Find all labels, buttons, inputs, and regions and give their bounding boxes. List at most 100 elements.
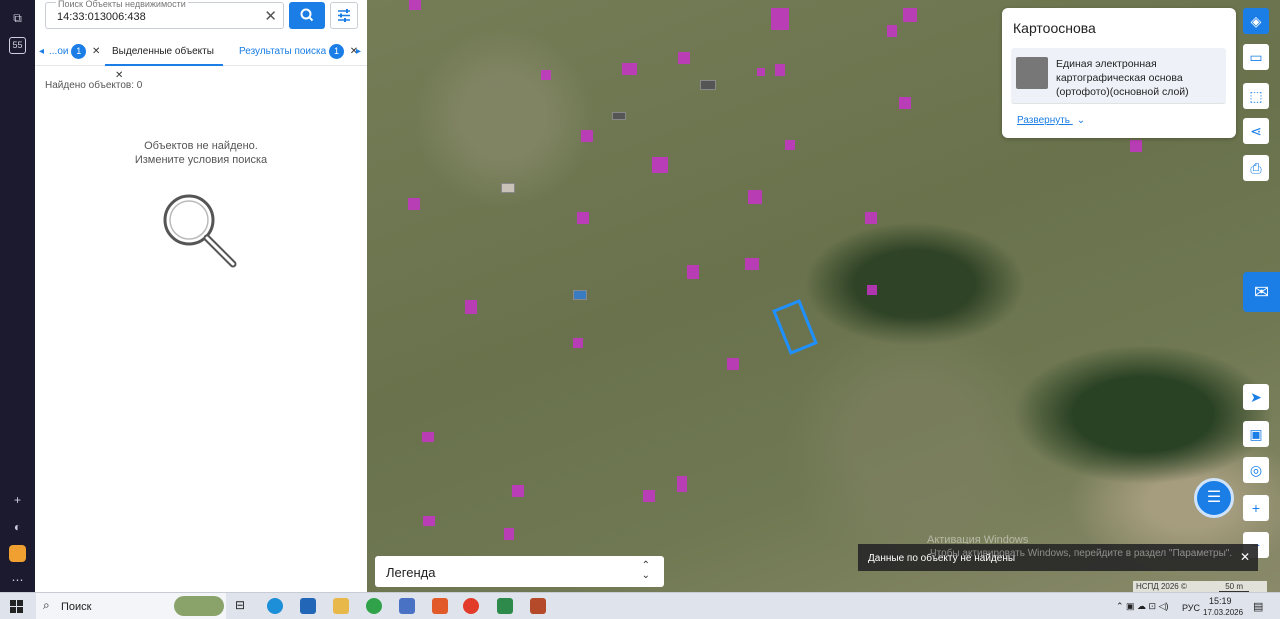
archive-icon[interactable] — [530, 598, 546, 614]
taskbar-search[interactable]: ⌕ Поиск — [36, 593, 226, 619]
chat-icon: ☰ — [1206, 489, 1222, 506]
land-plot[interactable] — [903, 8, 917, 22]
land-plot[interactable] — [422, 432, 434, 442]
chevron-updown-icon: ⌃ ⌄ — [641, 560, 650, 581]
clock-time[interactable]: 15:19 — [1209, 596, 1232, 606]
land-plot[interactable] — [465, 300, 477, 314]
clear-icon[interactable]: ✕ — [264, 7, 277, 25]
land-plot[interactable] — [577, 212, 589, 224]
land-plot[interactable] — [677, 476, 687, 492]
legend-label: Легенда — [386, 565, 436, 580]
excel-icon[interactable] — [497, 598, 513, 614]
layers-icon: ◈ — [1250, 13, 1262, 29]
tab-search-results-label: Результаты поиска — [239, 46, 327, 57]
locate-icon: ➤ — [1250, 389, 1262, 405]
assistant-icon[interactable]: ◐ — [9, 519, 26, 536]
tab-1-count: 1 — [71, 43, 87, 59]
land-plot[interactable] — [867, 285, 877, 295]
select-area-button[interactable]: ⬚ — [1243, 83, 1269, 109]
building — [573, 290, 587, 300]
land-plot[interactable] — [512, 485, 524, 497]
expand-label: Развернуть — [1017, 115, 1071, 126]
land-plot[interactable] — [748, 190, 762, 204]
land-plot[interactable] — [581, 130, 593, 142]
locate-button[interactable]: ➤ — [1243, 384, 1269, 410]
search-input[interactable]: Поиск Объекты недвижимости 14:33:013006:… — [45, 0, 284, 29]
land-plot[interactable] — [1130, 140, 1142, 152]
land-plot[interactable] — [887, 25, 897, 37]
found-count: Найдено объектов: 0 — [45, 80, 143, 91]
land-plot[interactable] — [409, 0, 421, 10]
brave-icon[interactable] — [432, 598, 448, 614]
tab-1-label: ...ои — [49, 46, 69, 57]
calculator-icon[interactable] — [399, 598, 415, 614]
land-plot[interactable] — [727, 358, 739, 370]
land-plot[interactable] — [541, 70, 551, 80]
land-plot[interactable] — [643, 490, 655, 502]
land-plot[interactable] — [504, 528, 514, 540]
basemap-card: Картооснова Единая электронная картограф… — [1002, 8, 1236, 138]
search-button[interactable] — [289, 2, 325, 29]
land-plot[interactable] — [775, 64, 785, 76]
geo-search-button[interactable]: ◎ — [1243, 457, 1269, 483]
tray-icons[interactable]: ⌃ ▣ ☁ ⊡ ◁) — [1116, 601, 1169, 612]
feedback-button[interactable]: ✉ — [1243, 272, 1280, 312]
minimap-icon: ▣ — [1249, 426, 1263, 442]
empty-message: Объектов не найдено. — [144, 140, 258, 152]
building — [501, 183, 515, 193]
land-plot[interactable] — [757, 68, 765, 76]
task-view-icon[interactable]: ⊟ — [235, 598, 251, 614]
selected-parcel-outline[interactable] — [772, 299, 818, 355]
yandex-browser-icon[interactable] — [463, 598, 479, 614]
basemap-layer-item[interactable]: Единая электронная картографическая осно… — [1011, 48, 1226, 104]
close-icon[interactable]: ✕ — [1240, 550, 1250, 564]
land-plot[interactable] — [423, 516, 435, 526]
print-button[interactable]: ⎙ — [1243, 155, 1269, 181]
windows-icon[interactable] — [10, 600, 23, 613]
mail-icon[interactable] — [300, 598, 316, 614]
add-icon[interactable]: + — [9, 492, 26, 509]
zoom-in-button[interactable]: + — [1243, 495, 1269, 521]
land-plot[interactable] — [687, 265, 699, 279]
tabs-icon[interactable]: ⧉ — [9, 10, 26, 27]
expand-link[interactable]: Развернуть ⌄ — [1017, 115, 1085, 126]
land-plot[interactable] — [785, 140, 795, 150]
ruler-button[interactable]: ▭ — [1243, 44, 1269, 70]
land-plot[interactable] — [652, 157, 668, 173]
scale-distance: 50 m — [1219, 582, 1249, 592]
search-label: Поиск Объекты недвижимости — [56, 0, 188, 9]
close-icon[interactable]: ✕ — [92, 46, 100, 57]
chat-button[interactable]: ☰ — [1194, 478, 1234, 518]
share-button[interactable]: ⋖ — [1243, 118, 1269, 144]
land-plot[interactable] — [771, 8, 789, 30]
tab-scroll-right[interactable]: ▸ — [356, 40, 361, 66]
tab-scroll-left[interactable]: ◂ — [39, 40, 44, 66]
tab-search-results[interactable]: Результаты поиска 1 ✕ — [239, 40, 358, 66]
legend-selector[interactable]: Легенда ⌃ ⌄ — [375, 556, 664, 587]
land-plot[interactable] — [745, 258, 759, 270]
share-icon: ⋖ — [1250, 123, 1262, 139]
layers-button[interactable]: ◈ — [1243, 8, 1269, 34]
tab-selected-objects[interactable]: Выделенные объекты ✕ — [105, 40, 223, 81]
minimap-button[interactable]: ▣ — [1243, 421, 1269, 447]
language-indicator[interactable]: РУС — [1182, 603, 1200, 613]
edge-icon[interactable] — [267, 598, 283, 614]
land-plot[interactable] — [408, 198, 420, 210]
tab-1[interactable]: ...ои 1 ✕ — [49, 40, 100, 66]
land-plot[interactable] — [678, 52, 690, 64]
land-plot[interactable] — [573, 338, 583, 348]
explorer-icon[interactable] — [333, 598, 349, 614]
result-tabs: ◂ ...ои 1 ✕ Выделенные объекты ✕ Результ… — [35, 40, 367, 81]
land-plot[interactable] — [622, 63, 637, 75]
chrome-icon[interactable] — [366, 598, 382, 614]
counter-badge[interactable]: 55 — [9, 37, 26, 54]
search-value[interactable]: 14:33:013006:438 — [57, 11, 146, 23]
filter-button[interactable] — [330, 2, 358, 29]
more-icon[interactable]: ⋯ — [9, 572, 26, 589]
notification-icon[interactable]: ▤ — [1253, 600, 1263, 613]
clock-date[interactable]: 17.03.2026 — [1203, 608, 1243, 617]
land-plot[interactable] — [865, 212, 877, 224]
app-icon[interactable] — [9, 545, 26, 562]
land-plot[interactable] — [899, 97, 911, 109]
taskbar-search-label: Поиск — [61, 601, 92, 613]
